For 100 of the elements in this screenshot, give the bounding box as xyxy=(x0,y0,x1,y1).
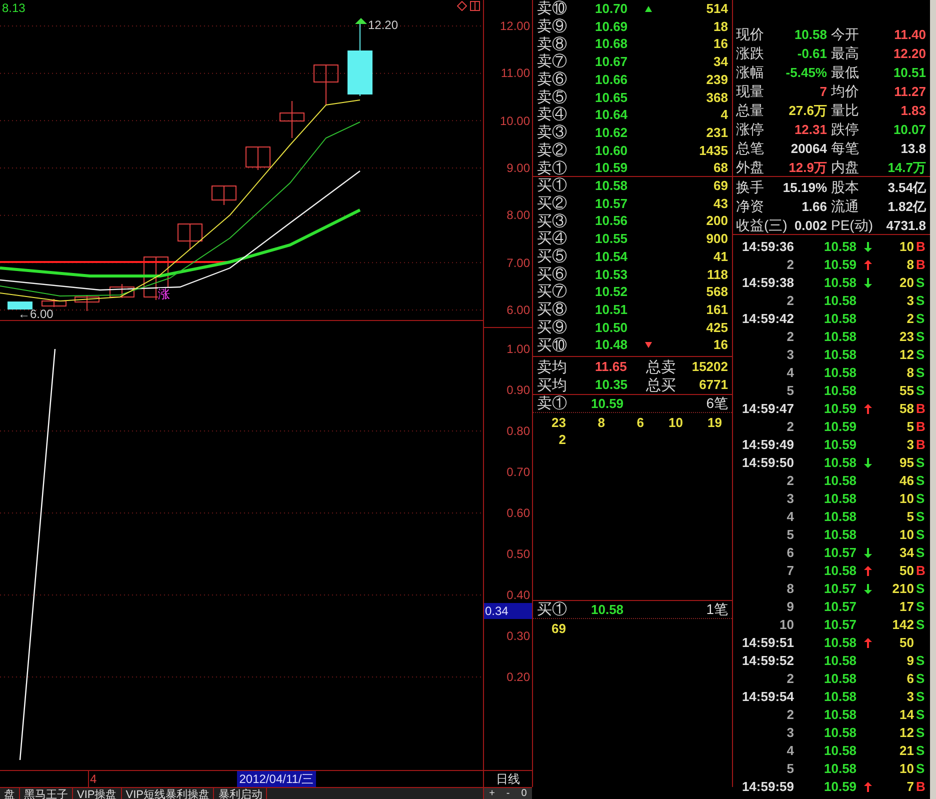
zoom-button[interactable]: + xyxy=(484,788,500,799)
tick-volume: 55 xyxy=(900,382,914,400)
quote-value: 20064 xyxy=(790,140,827,158)
tick-price: 10.59 xyxy=(824,256,858,274)
tick-price: 10.58 xyxy=(824,526,858,544)
tick-volume: 10 xyxy=(900,760,914,778)
order-count: 6笔 xyxy=(706,394,728,413)
axis-label: 9.00 xyxy=(506,160,530,175)
tick-price: 10.58 xyxy=(824,760,858,778)
queue-order: 19 xyxy=(706,414,723,430)
tick-time: 3 xyxy=(786,724,794,742)
quote-label: 均价 xyxy=(831,83,859,100)
trade-side: B xyxy=(916,256,926,274)
tick-price: 10.58 xyxy=(824,364,858,382)
tick-price: 10.57 xyxy=(824,544,858,562)
level-label: 卖⑤ xyxy=(537,88,568,106)
trade-side: S xyxy=(916,274,926,292)
tick-time: 10 xyxy=(778,616,794,634)
quote-value: 13.8 xyxy=(900,140,926,158)
quote-value: 3.54亿 xyxy=(888,178,926,197)
zoom-button[interactable]: 0 xyxy=(516,788,532,799)
trade-side: S xyxy=(916,760,926,778)
size-value: 161 xyxy=(706,300,728,319)
trade-side: S xyxy=(916,670,926,688)
tick-time: 2 xyxy=(786,706,794,724)
quote-value: 11.40 xyxy=(894,26,926,44)
trade-side: S xyxy=(916,364,926,382)
size-value: 1435 xyxy=(699,142,728,160)
trade-side: B xyxy=(916,400,926,418)
tick-price: 10.58 xyxy=(824,328,858,346)
price-value: 10.48 xyxy=(595,336,629,354)
quote-label: 最低 xyxy=(831,64,859,81)
trade-side: S xyxy=(916,346,926,364)
size-value: 18 xyxy=(714,18,728,36)
tick-time: 5 xyxy=(786,526,794,544)
tick-price: 10.58 xyxy=(824,652,858,670)
tick-time: 14:59:50 xyxy=(740,454,794,472)
price-value: 10.59 xyxy=(595,159,629,178)
queue-order: 10 xyxy=(668,414,684,430)
quote-label: 流通 xyxy=(831,198,859,215)
window-icon[interactable] xyxy=(470,1,480,11)
tick-price: 10.58 xyxy=(824,454,858,472)
tick-volume: 7 xyxy=(906,778,914,796)
tick-time: 4 xyxy=(786,508,794,526)
quote-label: 涨跌 xyxy=(736,45,764,62)
trade-side: S xyxy=(916,490,926,508)
axis-label: 12.00 xyxy=(500,19,530,33)
tick-time: 14:59:47 xyxy=(740,400,794,418)
quote-value: 10.51 xyxy=(893,64,926,82)
tick-price: 10.57 xyxy=(824,598,858,616)
signal-label: 涨 xyxy=(158,288,170,301)
axis-label: 0.20 xyxy=(506,670,530,684)
total-value: 6771 xyxy=(699,376,728,394)
tick-volume: 9 xyxy=(906,652,914,670)
queue-label: 买① xyxy=(537,601,568,618)
level-label: 买⑥ xyxy=(537,266,568,283)
quote-label: 换手 xyxy=(736,179,764,196)
tick-volume: 5 xyxy=(906,508,914,526)
trade-side: S xyxy=(916,508,926,526)
average-price: 11.65 xyxy=(595,358,628,376)
quote-value: -0.61 xyxy=(797,44,827,63)
price-value: 10.60 xyxy=(595,142,629,160)
trade-side: B xyxy=(916,418,926,436)
size-value: 4 xyxy=(720,106,728,124)
price-value: 10.62 xyxy=(595,124,629,142)
formula-tab[interactable]: 盘 xyxy=(0,788,20,799)
diamond-icon[interactable] xyxy=(457,1,467,11)
size-value: 16 xyxy=(714,336,728,354)
tick-time: 14:59:54 xyxy=(740,688,794,706)
queue-order: 2 xyxy=(558,431,567,447)
price-value: 10.58 xyxy=(595,177,629,196)
price-value: 10.53 xyxy=(595,266,629,284)
total-value: 15202 xyxy=(692,358,728,376)
tick-time: 14:59:42 xyxy=(740,310,794,328)
tick-time: 2 xyxy=(786,670,794,688)
queue-order: 69 xyxy=(550,620,567,636)
tick-time: 5 xyxy=(786,382,794,400)
tick-price: 10.59 xyxy=(824,418,858,436)
tick-time: 3 xyxy=(786,346,794,364)
tick-volume: 3 xyxy=(906,292,914,310)
tick-price: 10.57 xyxy=(824,580,858,598)
trade-side: B xyxy=(916,436,926,454)
tick-time: 14:59:51 xyxy=(740,634,794,652)
tick-volume: 10 xyxy=(900,238,914,256)
axis-label: 0.90 xyxy=(506,383,530,397)
tick-volume: 34 xyxy=(900,544,914,562)
quote-value: 1.82亿 xyxy=(888,198,926,216)
zoom-button[interactable]: - xyxy=(500,788,516,799)
axis-label: 0.70 xyxy=(506,465,530,479)
tick-price: 10.58 xyxy=(824,508,858,526)
tick-price: 10.58 xyxy=(824,490,858,508)
trade-side: B xyxy=(916,562,926,580)
quote-value: 10.07 xyxy=(893,120,926,139)
size-value: 425 xyxy=(706,318,728,337)
tick-time: 2 xyxy=(786,292,794,310)
tick-time: 2 xyxy=(786,472,794,490)
quote-label: 每笔 xyxy=(831,140,859,157)
price-value: 10.70 xyxy=(595,0,629,18)
tick-time: 2 xyxy=(786,328,794,346)
tick-time: 14:59:59 xyxy=(740,778,794,796)
